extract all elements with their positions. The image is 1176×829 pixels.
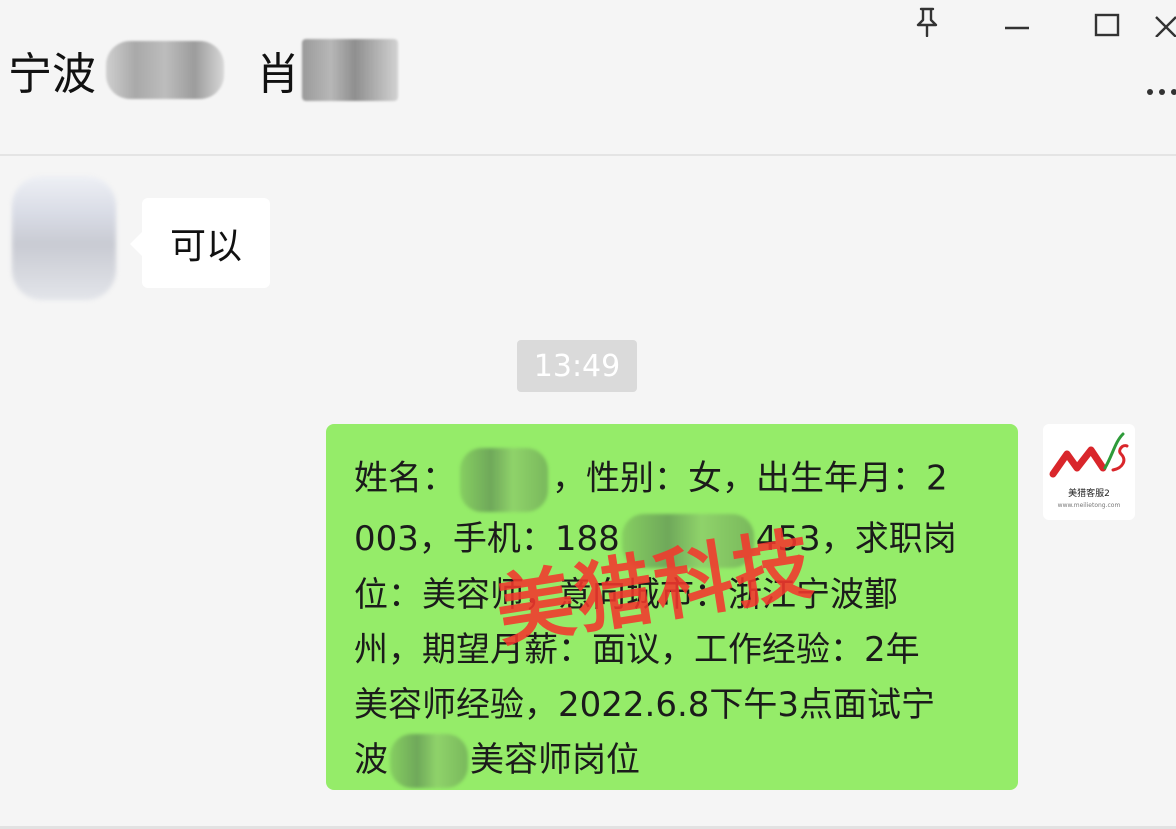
redacted-company-blur <box>390 734 468 788</box>
outgoing-message-bubble[interactable]: 姓名： ，性别：女，出生年月：2 003，手机：188 453，求职岗 位：美容师，… <box>326 424 1018 790</box>
contact-avatar[interactable] <box>12 176 116 300</box>
brand-logo-icon <box>1049 432 1129 478</box>
incoming-message-text: 可以 <box>170 226 243 267</box>
pin-icon[interactable] <box>882 0 972 44</box>
message-segment: ，性别：女，出生年月：2 <box>552 458 948 499</box>
close-icon[interactable] <box>1152 0 1176 44</box>
window-controls <box>882 0 1176 44</box>
message-segment: 453，求职岗 <box>755 519 957 559</box>
message-line: 位：美容师，意向城市：浙江宁波鄞 <box>354 568 992 623</box>
redacted-name-blur <box>302 39 398 101</box>
message-segment: 位：美容师，意向城市：浙江宁波鄞 <box>354 574 898 615</box>
message-segment: 州，期望月薪：面议，工作经验：2年 <box>354 629 920 670</box>
message-timestamp: 13:49 <box>517 340 637 392</box>
chat-title: 宁波 肖 <box>8 39 398 101</box>
redacted-phone-blur <box>621 513 754 568</box>
redacted-name-blur <box>106 41 224 99</box>
chat-title-part2: 肖 <box>256 49 300 100</box>
redacted-name-blur <box>460 448 548 512</box>
message-line: 波 美容师岗位 <box>354 733 992 788</box>
incoming-message-bubble[interactable]: 可以 <box>129 198 271 288</box>
logo-sub-text: www.meilietong.com <box>1057 502 1121 509</box>
message-segment: 美容师岗位 <box>470 739 640 780</box>
user-avatar[interactable]: 美猎客服2 www.meilietong.com <box>1043 424 1135 520</box>
message-line: 美容师经验，2022.6.8下午3点面试宁 <box>354 678 992 733</box>
message-line: 州，期望月薪：面议，工作经验：2年 <box>354 623 992 678</box>
message-segment: 003，手机：188 <box>354 519 620 559</box>
chat-window: 宁波 肖 可以 13:49 姓名： ，性别：女，出生年月：2 003，手机：18… <box>0 0 1176 829</box>
message-segment: 波 <box>354 739 388 780</box>
logo-brand-text: 美猎客服2 <box>1068 489 1110 499</box>
message-segment: 美容师经验，2022.6.8下午3点面试宁 <box>354 684 936 725</box>
chat-header: 宁波 肖 <box>0 0 1176 156</box>
message-line: 003，手机：188 453，求职岗 <box>354 512 992 568</box>
more-icon[interactable] <box>1142 74 1176 104</box>
maximize-icon[interactable] <box>1062 0 1152 44</box>
message-line: 姓名： ，性别：女，出生年月：2 <box>354 448 992 512</box>
timestamp-text: 13:49 <box>533 348 621 384</box>
message-segment: 姓名： <box>354 458 456 499</box>
chat-title-part1: 宁波 <box>8 49 96 100</box>
minimize-icon[interactable] <box>972 0 1062 44</box>
